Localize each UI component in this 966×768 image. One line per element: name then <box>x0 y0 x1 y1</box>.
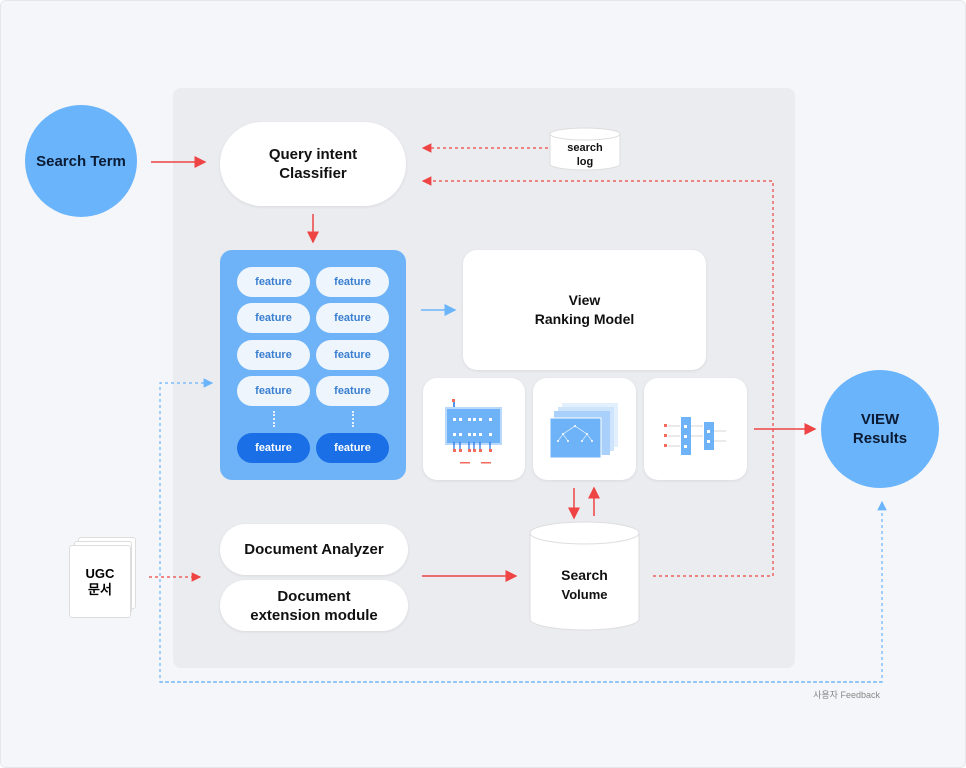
user-feedback-label: 사용자 Feedback <box>813 690 880 700</box>
connectors <box>149 143 887 683</box>
user-feedback-to-features <box>159 378 882 683</box>
user-feedback-to-results <box>160 500 887 683</box>
arrow-volume-feedback <box>421 176 774 577</box>
